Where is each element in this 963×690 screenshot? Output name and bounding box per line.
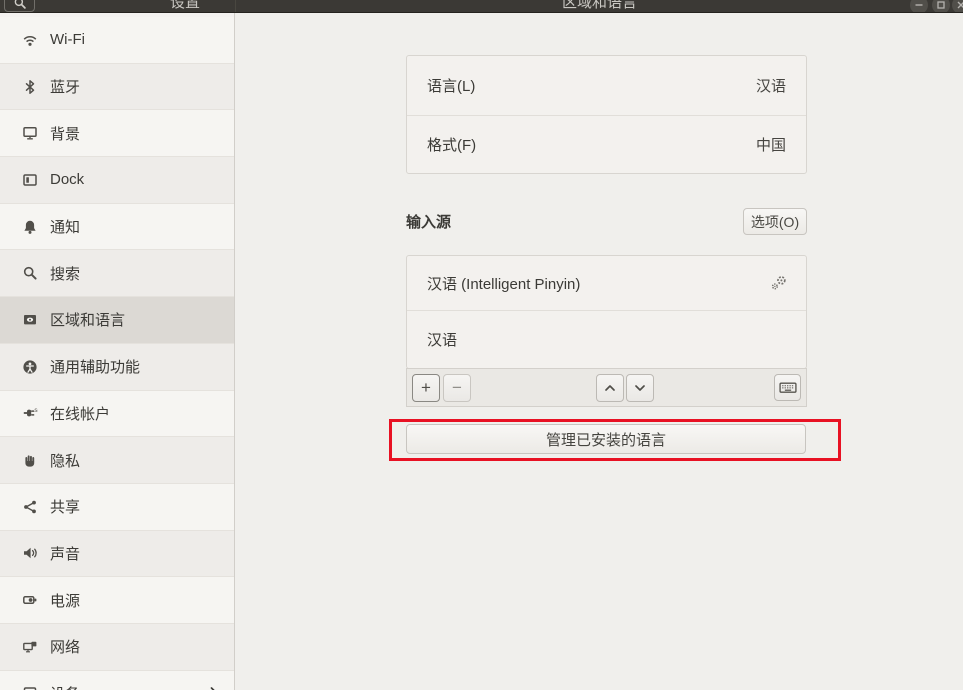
sidebar-item-privacy[interactable]: 隐私 <box>0 437 234 484</box>
sidebar-item-label: Wi-Fi <box>50 31 85 48</box>
language-format-card: 语言(L) 汉语 格式(F) 中国 <box>406 55 807 174</box>
move-up-button[interactable] <box>596 374 624 402</box>
language-row[interactable]: 语言(L) 汉语 <box>407 56 806 115</box>
chevron-right-icon <box>206 685 222 690</box>
sidebar-item-sharing[interactable]: 共享 <box>0 484 234 531</box>
minimize-button[interactable] <box>910 0 928 13</box>
manage-installed-languages-button[interactable]: 管理已安装的语言 <box>406 424 806 454</box>
format-value: 中国 <box>756 134 786 155</box>
sidebar-item-label: 电源 <box>50 590 80 611</box>
input-sources-header: 输入源 选项(O) <box>406 208 807 235</box>
sidebar-item-dock[interactable]: Dock <box>0 157 234 204</box>
page-title: 区域和语言 <box>236 0 963 13</box>
maximize-icon <box>935 0 947 11</box>
format-label: 格式(F) <box>427 134 476 155</box>
sidebar-item-label: 共享 <box>50 496 80 517</box>
sidebar-item-label: 蓝牙 <box>50 76 80 97</box>
add-input-source-button[interactable]: + <box>412 374 440 402</box>
chevron-up-icon <box>602 380 618 396</box>
wifi-icon <box>22 32 38 48</box>
keyboard-icon <box>779 380 797 395</box>
sidebar-item-wifi[interactable]: Wi-Fi <box>0 17 234 64</box>
bluetooth-icon <box>22 79 38 95</box>
sidebar-item-label: 网络 <box>50 636 80 657</box>
titlebar: 设置 区域和语言 <box>0 0 963 13</box>
sidebar-item-label: 隐私 <box>50 450 80 471</box>
dock-icon <box>22 172 38 188</box>
sidebar-item-label: 通用辅助功能 <box>50 356 140 377</box>
input-source-settings-icon[interactable] <box>770 274 788 292</box>
search-icon <box>13 0 27 10</box>
sidebar-item-background[interactable]: 背景 <box>0 110 234 157</box>
svg-text:s: s <box>34 407 38 414</box>
accessibility-icon <box>22 359 38 375</box>
sidebar-item-label: 在线帐户 <box>50 403 110 424</box>
sidebar-item-sound[interactable]: 声音 <box>0 531 234 578</box>
app-title: 设置 <box>140 0 230 13</box>
sound-speaker-icon <box>22 545 38 561</box>
sidebar-item-label: Dock <box>50 171 84 188</box>
input-sources-title: 输入源 <box>406 211 451 232</box>
close-icon <box>955 0 963 11</box>
input-sources-toolbar: + − <box>406 368 807 407</box>
remove-input-source-button[interactable]: − <box>443 374 471 402</box>
sidebar-item-label: 背景 <box>50 123 80 144</box>
maximize-button[interactable] <box>932 0 950 13</box>
region-language-panel: 语言(L) 汉语 格式(F) 中国 输入源 选项(O) 汉语 (Intellig… <box>236 13 963 690</box>
sidebar-item-universal-access[interactable]: 通用辅助功能 <box>0 344 234 391</box>
privacy-hand-icon <box>22 452 38 468</box>
search-button[interactable] <box>4 0 35 12</box>
sidebar-item-search[interactable]: 搜索 <box>0 250 234 297</box>
input-options-button[interactable]: 选项(O) <box>743 208 807 235</box>
search-icon <box>22 265 38 281</box>
input-source-label: 汉语 <box>427 329 457 350</box>
share-icon <box>22 499 38 515</box>
power-battery-icon <box>22 592 38 608</box>
sidebar-item-notifications[interactable]: 通知 <box>0 204 234 251</box>
sidebar-item-region-language[interactable]: 区域和语言 <box>0 297 234 344</box>
sidebar-item-label: 区域和语言 <box>50 309 125 330</box>
region-language-flag-icon <box>22 312 38 328</box>
sidebar-item-bluetooth[interactable]: 蓝牙 <box>0 64 234 111</box>
language-label: 语言(L) <box>427 75 475 96</box>
input-source-row[interactable]: 汉语 (Intelligent Pinyin) <box>407 256 806 310</box>
sidebar-item-label: 搜索 <box>50 263 80 284</box>
sidebar-item-network[interactable]: 网络 <box>0 624 234 671</box>
language-value: 汉语 <box>756 75 786 96</box>
devices-icon <box>22 685 38 690</box>
input-source-row[interactable]: 汉语 <box>407 310 806 368</box>
minimize-icon <box>913 0 925 11</box>
close-button[interactable] <box>952 0 963 13</box>
settings-sidebar: Wi-Fi 蓝牙 背景 Dock <box>0 13 235 690</box>
sidebar-item-devices-partial[interactable]: 设备 <box>0 671 234 690</box>
chevron-down-icon <box>632 380 648 396</box>
notifications-bell-icon <box>22 219 38 235</box>
input-source-label: 汉语 (Intelligent Pinyin) <box>427 273 580 294</box>
sidebar-item-label: 通知 <box>50 216 80 237</box>
input-sources-list: 汉语 (Intelligent Pinyin) 汉语 <box>406 255 807 369</box>
background-icon <box>22 125 38 141</box>
sidebar-item-online-accounts[interactable]: s 在线帐户 <box>0 391 234 438</box>
show-keyboard-layout-button[interactable] <box>774 374 801 401</box>
format-row[interactable]: 格式(F) 中国 <box>407 115 806 174</box>
move-down-button[interactable] <box>626 374 654 402</box>
network-icon <box>22 639 38 655</box>
sidebar-item-label: 设备 <box>50 683 80 690</box>
online-accounts-plug-icon: s <box>22 405 38 421</box>
sidebar-item-power[interactable]: 电源 <box>0 577 234 624</box>
sidebar-item-label: 声音 <box>50 543 80 564</box>
